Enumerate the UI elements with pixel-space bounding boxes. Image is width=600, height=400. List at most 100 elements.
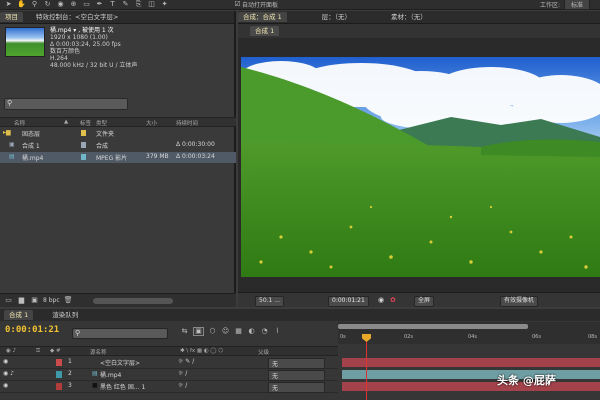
tab-timeline-comp-1[interactable]: 合成 1 <box>4 310 34 320</box>
time-ruler[interactable]: 0s 02s 04s 06s 08s <box>338 322 600 344</box>
work-area-bar[interactable] <box>338 324 528 329</box>
project-column-header: 名称 ▲ 标签 类型 大小 持续时间 <box>0 117 236 127</box>
color-channel-icon[interactable]: ✿ <box>390 296 396 304</box>
layer-duration-bar[interactable] <box>342 370 600 379</box>
draft-3d-icon[interactable]: ⬡ <box>208 328 217 335</box>
bit-depth-button[interactable]: 8 bpc <box>43 297 60 304</box>
mask-tool-icon[interactable]: ▭ <box>82 1 91 8</box>
av-features-icon: ◉ ♪ <box>6 348 17 354</box>
column-sort[interactable]: ▲ <box>64 119 68 125</box>
project-item-row[interactable]: ▸▆ 固态层 文件夹 <box>0 128 236 139</box>
eraser-tool-icon[interactable]: ◫ <box>147 1 156 8</box>
horizontal-scrollbar[interactable] <box>92 297 173 304</box>
brush-tool-icon[interactable]: ✎ <box>121 1 130 8</box>
active-camera-select[interactable]: 有效摄像机 <box>500 296 539 307</box>
current-time-indicator[interactable] <box>366 334 367 400</box>
workspace-select[interactable]: 标准 <box>563 0 590 10</box>
tab-footage[interactable]: 素材：（无） <box>386 12 432 22</box>
visibility-toggle-icon[interactable]: ◉ ♪ <box>3 370 14 377</box>
frame-blending-icon[interactable]: ▦ <box>234 328 243 335</box>
snap-checkbox-icon[interactable]: ☑ <box>233 1 242 8</box>
footage-name[interactable]: 桶.mp4 ▾ , 被使用 1 次 <box>50 27 137 34</box>
layer-name[interactable]: 黑色 红色 固... 1 <box>100 382 145 391</box>
footage-info: 桶.mp4 ▾ , 被使用 1 次 1920 x 1080 (1.00) Δ 0… <box>50 27 137 69</box>
layer-label-swatch[interactable] <box>56 383 62 390</box>
pen-tool-icon[interactable]: ✒ <box>95 1 104 8</box>
selection-tool-icon[interactable]: ➤ <box>4 1 13 8</box>
project-search-input[interactable]: ⚲ <box>4 98 128 110</box>
label-swatch <box>81 154 86 160</box>
layer-switches[interactable]: ☼ / <box>178 370 187 377</box>
timeline-layer-row[interactable]: ◉ 3 ■ 黑色 红色 固... 1 ☼ / 无 <box>0 381 338 393</box>
puppet-tool-icon[interactable]: ✦ <box>160 1 169 8</box>
tab-composition[interactable]: 合成：合成 1 <box>238 12 287 22</box>
shy-layers-icon[interactable]: ☺ <box>221 328 230 335</box>
parent-select[interactable]: 无 <box>268 358 325 369</box>
item-type: 合成 <box>96 143 109 150</box>
column-duration[interactable]: 持续时间 <box>176 119 198 127</box>
column-label[interactable]: 标签 <box>80 119 91 127</box>
new-folder-icon[interactable]: ▆ <box>17 297 26 304</box>
column-parent[interactable]: 父级 <box>258 348 269 356</box>
text-tool-icon[interactable]: T <box>108 1 117 8</box>
layer-switches[interactable]: ☼ ✎ / <box>178 358 194 365</box>
project-item-row[interactable]: ▤ 桶.mp4 MPEG 影片 379 MB Δ 0:00:03:24 <box>0 152 236 163</box>
camera-tool-icon[interactable]: ◉ <box>56 1 65 8</box>
composition-footer: 50.1 ... 0:00:01:21 ◉ ✿ 全屏 有效摄像机 <box>238 292 600 307</box>
zoom-tool-icon[interactable]: ⚲ <box>30 1 39 8</box>
brainstorm-icon[interactable]: ◔ <box>260 328 269 335</box>
column-name[interactable]: 名称 <box>14 119 25 127</box>
tab-effect-controls[interactable]: 特效控制台：<空白文字层> <box>31 12 123 22</box>
layer-label-swatch[interactable] <box>56 371 62 378</box>
composition-subtab-bar: 合成 1 <box>238 24 600 38</box>
layer-label-swatch[interactable] <box>56 359 62 366</box>
footage-info-line: Δ 0:00:03:24, 25.00 fps <box>50 41 121 48</box>
mini-flowchart-icon[interactable]: ⇆ <box>180 328 189 335</box>
video-file-icon: ▤ <box>92 370 98 377</box>
timeline-search-input[interactable]: ⚲ <box>72 328 168 339</box>
column-size[interactable]: 大小 <box>146 119 157 127</box>
visibility-toggle-icon[interactable]: ◉ <box>3 382 8 389</box>
layer-name[interactable]: <空白文字层> <box>100 358 140 367</box>
layer-name[interactable]: 桶.mp4 <box>100 370 121 379</box>
layer-duration-bar[interactable] <box>342 358 600 367</box>
label-swatch <box>81 130 86 136</box>
timeline-layer-row[interactable]: ◉ ♪ 2 ▤ 桶.mp4 ☼ / 无 <box>0 369 338 381</box>
visibility-toggle-icon[interactable]: ◉ <box>3 358 8 365</box>
magnification-select[interactable]: 50.1 ... <box>255 296 284 307</box>
column-type[interactable]: 类型 <box>96 119 107 127</box>
item-name: 固态层 <box>22 131 41 138</box>
delete-icon[interactable]: 🗑 <box>64 297 73 304</box>
switches-column-icon: ✱ \ fx ▦ ◐ ◯ ⬡ <box>180 348 224 354</box>
layer-duration-bar[interactable] <box>342 382 600 391</box>
tab-layer[interactable]: 层：（无） <box>317 12 356 22</box>
parent-select[interactable]: 无 <box>268 370 325 381</box>
lock-icon: ⚿ <box>36 348 41 354</box>
clone-tool-icon[interactable]: ⎘ <box>134 1 143 8</box>
new-composition-icon[interactable]: ▣ <box>30 297 39 304</box>
resolution-select[interactable]: 全屏 <box>414 296 435 307</box>
hand-tool-icon[interactable]: ✋ <box>17 1 26 8</box>
tab-render-queue[interactable]: 渲染队列 <box>47 310 83 320</box>
layer-index: 3 <box>68 382 72 389</box>
composition-viewer[interactable] <box>241 57 600 277</box>
timeline-layer-row[interactable]: ◉ 1 <空白文字层> ☼ ✎ / 无 <box>0 357 338 369</box>
search-icon: ⚲ <box>75 329 81 337</box>
tab-project[interactable]: 项目 <box>0 12 23 22</box>
current-time-display[interactable]: 0:00:01:21 <box>328 296 369 307</box>
layer-switches[interactable]: ☼ / <box>178 382 187 389</box>
motion-blur-icon[interactable]: ◐ <box>247 328 256 335</box>
project-item-row[interactable]: ▣ 合成 1 合成 Δ 0:00:30:00 <box>0 140 236 151</box>
interpret-footage-icon[interactable]: ▭ <box>4 297 13 304</box>
footage-info-line: 数百万颜色 <box>50 48 81 55</box>
parent-select[interactable]: 无 <box>268 382 325 393</box>
tools-toolbar: ➤ ✋ ⚲ ↻ ◉ ⊕ ▭ ✒ T ✎ ⎘ ◫ ✦ ☑ 自动打开面板 工作区: … <box>0 0 600 10</box>
graph-editor-icon[interactable]: ⌇ <box>273 328 282 335</box>
snapshot-icon[interactable]: ◉ <box>378 296 384 304</box>
timeline-current-time[interactable]: 0:00:01:21 <box>5 325 59 335</box>
tab-comp-1[interactable]: 合成 1 <box>250 26 280 36</box>
rotate-tool-icon[interactable]: ↻ <box>43 1 52 8</box>
pan-behind-tool-icon[interactable]: ⊕ <box>69 1 78 8</box>
column-source-name[interactable]: 源名称 <box>90 348 107 356</box>
comp-marker-icon[interactable]: ▣ <box>193 327 204 336</box>
